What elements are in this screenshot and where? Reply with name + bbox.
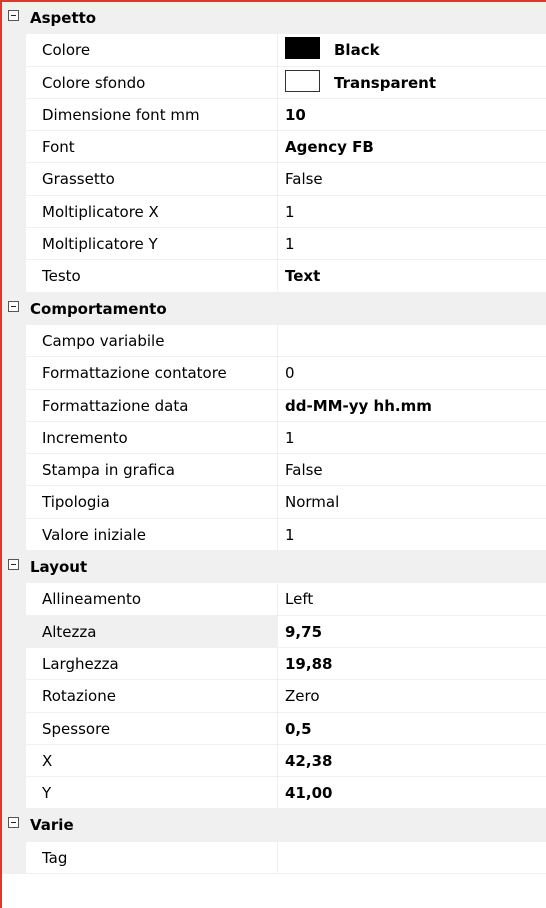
category-label: Comportamento <box>30 299 167 318</box>
property-row-larghezza[interactable]: Larghezza 19,88 <box>2 647 546 681</box>
property-value[interactable]: False <box>279 163 546 194</box>
property-row-stampa-in-grafica[interactable]: Stampa in grafica False <box>2 454 546 487</box>
category-aspetto[interactable]: Aspetto <box>2 2 546 35</box>
property-value[interactable]: 41,00 <box>279 777 546 808</box>
property-name: Moltiplicatore Y <box>26 228 278 260</box>
property-value[interactable]: Text <box>279 260 546 291</box>
property-name: Formattazione data <box>26 389 278 421</box>
property-row-y[interactable]: Y 41,00 <box>2 777 546 810</box>
property-value[interactable]: 1 <box>279 422 546 453</box>
property-name: Stampa in grafica <box>26 454 278 486</box>
property-row-tipologia[interactable]: Tipologia Normal <box>2 486 546 519</box>
property-rows: Aspetto Colore Black Colore sfondo Trans… <box>2 2 546 875</box>
property-row-allineamento[interactable]: Allineamento Left <box>2 583 546 616</box>
property-value[interactable]: 9,75 <box>279 616 546 647</box>
property-name: X <box>26 744 278 777</box>
collapse-icon[interactable] <box>8 817 19 829</box>
category-layout[interactable]: Layout <box>2 551 546 584</box>
category-label: Aspetto <box>30 9 97 27</box>
property-row-x[interactable]: X 42,38 <box>2 744 546 778</box>
property-name: Campo variabile <box>26 324 278 357</box>
property-value[interactable]: Normal <box>279 486 546 517</box>
property-value[interactable]: 0 <box>279 357 546 388</box>
property-name: Grassetto <box>26 163 278 195</box>
category-comportamento[interactable]: Comportamento <box>2 292 546 325</box>
property-name: Y <box>26 777 278 809</box>
property-name: Moltiplicatore X <box>26 195 278 228</box>
property-value[interactable]: Agency FB <box>279 131 546 162</box>
property-row-moltiplicatore-x[interactable]: Moltiplicatore X 1 <box>2 195 546 229</box>
property-name: Colore <box>26 34 278 66</box>
property-row-valore-iniziale[interactable]: Valore iniziale 1 <box>2 518 546 552</box>
property-row-tag[interactable]: Tag <box>2 841 546 875</box>
property-value[interactable]: 10 <box>279 99 546 130</box>
property-row-colore[interactable]: Colore Black <box>2 34 546 67</box>
property-name: Incremento <box>26 421 278 454</box>
property-row-campo-variabile[interactable]: Campo variabile <box>2 324 546 358</box>
property-row-testo[interactable]: Testo Text <box>2 260 546 293</box>
property-row-altezza[interactable]: Altezza 9,75 <box>2 615 546 648</box>
property-name: Testo <box>26 260 278 292</box>
property-value[interactable]: Zero <box>279 680 546 711</box>
property-row-moltiplicatore-y[interactable]: Moltiplicatore Y 1 <box>2 228 546 261</box>
property-value[interactable]: Transparent <box>279 67 546 98</box>
property-row-font[interactable]: Font Agency FB <box>2 131 546 164</box>
property-name: Colore sfondo <box>26 66 278 98</box>
color-swatch <box>285 37 320 60</box>
category-varie[interactable]: Varie <box>2 809 546 842</box>
property-value[interactable]: False <box>279 454 546 485</box>
property-row-incremento[interactable]: Incremento 1 <box>2 421 546 455</box>
property-row-spessore[interactable]: Spessore 0,5 <box>2 712 546 745</box>
category-label: Varie <box>30 816 74 835</box>
property-name: Formattazione contatore <box>26 357 278 389</box>
color-swatch <box>285 69 320 92</box>
property-name: Tipologia <box>26 486 278 518</box>
property-name: Valore iniziale <box>26 518 278 551</box>
collapse-icon[interactable] <box>8 300 19 312</box>
property-name: Rotazione <box>26 680 278 712</box>
property-value[interactable]: dd-MM-yy hh.mm <box>279 390 546 421</box>
property-name: Font <box>26 131 278 163</box>
property-value[interactable]: Left <box>279 583 546 614</box>
property-value[interactable]: Black <box>279 34 546 65</box>
property-value[interactable]: 0,5 <box>279 713 546 744</box>
property-value[interactable]: 19,88 <box>279 648 546 679</box>
property-row-colore-sfondo[interactable]: Colore sfondo Transparent <box>2 66 546 99</box>
property-row-grassetto[interactable]: Grassetto False <box>2 163 546 196</box>
collapse-icon[interactable] <box>8 10 19 21</box>
property-row-formattazione-contatore[interactable]: Formattazione contatore 0 <box>2 357 546 390</box>
property-row-dimensione-font[interactable]: Dimensione font mm 10 <box>2 98 546 132</box>
property-name: Spessore <box>26 712 278 744</box>
property-name: Tag <box>26 841 278 874</box>
property-value[interactable] <box>279 842 546 873</box>
property-value[interactable]: 42,38 <box>279 745 546 776</box>
property-name: Altezza <box>26 615 278 647</box>
property-name: Allineamento <box>26 583 278 615</box>
property-value[interactable] <box>279 325 546 356</box>
property-name: Dimensione font mm <box>26 98 278 131</box>
property-value[interactable]: 1 <box>279 228 546 259</box>
property-row-rotazione[interactable]: Rotazione Zero <box>2 680 546 713</box>
property-name: Larghezza <box>26 647 278 680</box>
collapse-icon[interactable] <box>8 559 19 571</box>
property-grid: Aspetto Colore Black Colore sfondo Trans… <box>0 0 546 908</box>
property-value[interactable]: 1 <box>279 519 546 550</box>
property-value[interactable]: 1 <box>279 196 546 227</box>
category-label: Layout <box>30 558 88 577</box>
property-row-formattazione-data[interactable]: Formattazione data dd-MM-yy hh.mm <box>2 389 546 422</box>
